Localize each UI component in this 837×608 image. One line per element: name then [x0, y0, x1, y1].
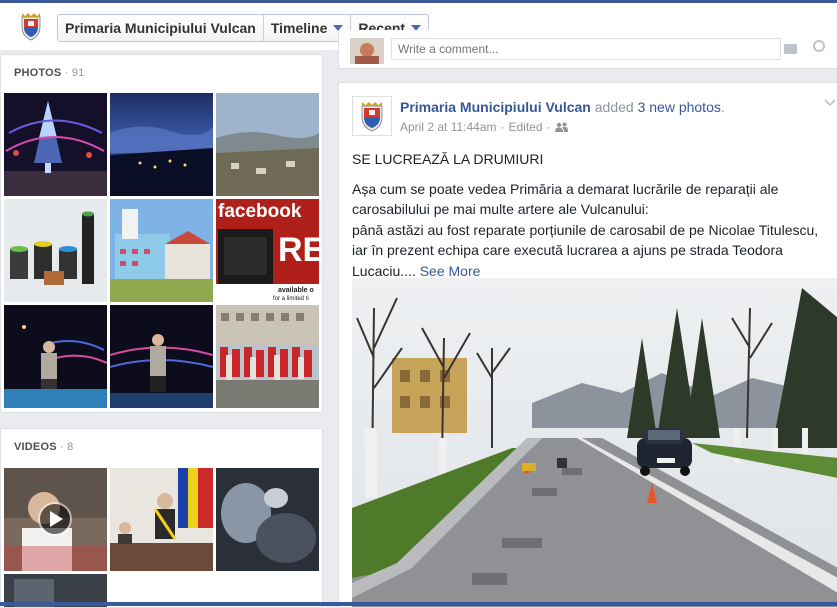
videos-count: · 8	[60, 441, 74, 453]
post-photo-street-repair[interactable]	[352, 278, 837, 607]
emoji-icon[interactable]	[813, 40, 825, 52]
audience-friends-icon[interactable]	[554, 122, 568, 132]
post-text: SE LUCREAZĂ LA DRUMIURI Așa cum se poate…	[352, 149, 836, 281]
post-card: Primaria Municipiului Vulcan added 3 new…	[338, 82, 837, 608]
post-paragraph-2: până astăzi au fost reparate porțiunile …	[352, 221, 819, 279]
facebook-ad-text: facebook	[218, 201, 302, 222]
post-action-suffix: .	[720, 99, 725, 115]
photo-thumb-paint-cans[interactable]	[4, 199, 107, 302]
facebook-ad-line1: available o	[278, 287, 314, 294]
photos-card: PHOTOS · 91 facebook RE available o for …	[0, 54, 323, 413]
videos-title[interactable]: VIDEOS · 8	[14, 441, 73, 453]
facebook-ad-line2: for a limited ti	[273, 296, 309, 302]
timeline-label: Timeline	[270, 20, 328, 36]
photos-count: · 91	[64, 67, 85, 79]
video-thumb-young-man[interactable]	[4, 468, 107, 571]
post-header: Primaria Municipiului Vulcan added 3 new…	[400, 99, 725, 115]
see-more-link[interactable]: See More	[420, 263, 481, 279]
photo-thumb-town-hills[interactable]	[216, 93, 319, 196]
page-name-button[interactable]: Primaria Municipiului Vulcan	[58, 15, 264, 41]
edited-label[interactable]: Edited	[509, 120, 543, 134]
photo-thumb-building[interactable]	[110, 199, 213, 302]
post-headline: SE LUCREAZĂ LA DRUMIURI	[352, 151, 544, 167]
post-timestamp[interactable]: April 2 at 11:44am	[400, 120, 497, 134]
svg-text:RE: RE	[278, 231, 319, 269]
videos-card: VIDEOS · 8	[0, 428, 323, 608]
post-author-link[interactable]: Primaria Municipiului Vulcan	[400, 99, 591, 115]
photo-thumb-group-people[interactable]	[216, 305, 319, 408]
post-action-prefix: added	[594, 99, 634, 115]
photo-thumb-woman-lights[interactable]	[110, 305, 213, 408]
meta-separator: ·	[546, 120, 551, 134]
video-thumb-blurry[interactable]	[216, 468, 319, 571]
new-photos-link[interactable]: 3 new photos	[638, 99, 721, 115]
page-crest-icon[interactable]	[19, 11, 43, 41]
post-author-avatar[interactable]	[352, 96, 392, 136]
comment-composer	[338, 30, 837, 69]
bottom-border	[0, 602, 837, 606]
post-options-chevron-icon[interactable]	[824, 97, 836, 109]
meta-separator: ·	[500, 120, 505, 134]
comment-input[interactable]	[391, 38, 781, 60]
photos-title[interactable]: PHOTOS · 91	[14, 67, 84, 79]
photo-thumb-woman-night[interactable]	[4, 305, 107, 408]
post-paragraph-1: Așa cum se poate vedea Primăria a demara…	[352, 180, 779, 218]
post-meta: April 2 at 11:44am · Edited ·	[400, 120, 568, 134]
camera-icon[interactable]	[784, 44, 797, 54]
photo-thumb-facebook-ad[interactable]: facebook RE available o for a limited ti	[216, 199, 319, 302]
photo-thumb-night-valley[interactable]	[110, 93, 213, 196]
photo-thumb-christmas-tree[interactable]	[4, 93, 107, 196]
commenter-avatar	[350, 38, 384, 64]
video-thumb-mayor[interactable]	[110, 468, 213, 571]
